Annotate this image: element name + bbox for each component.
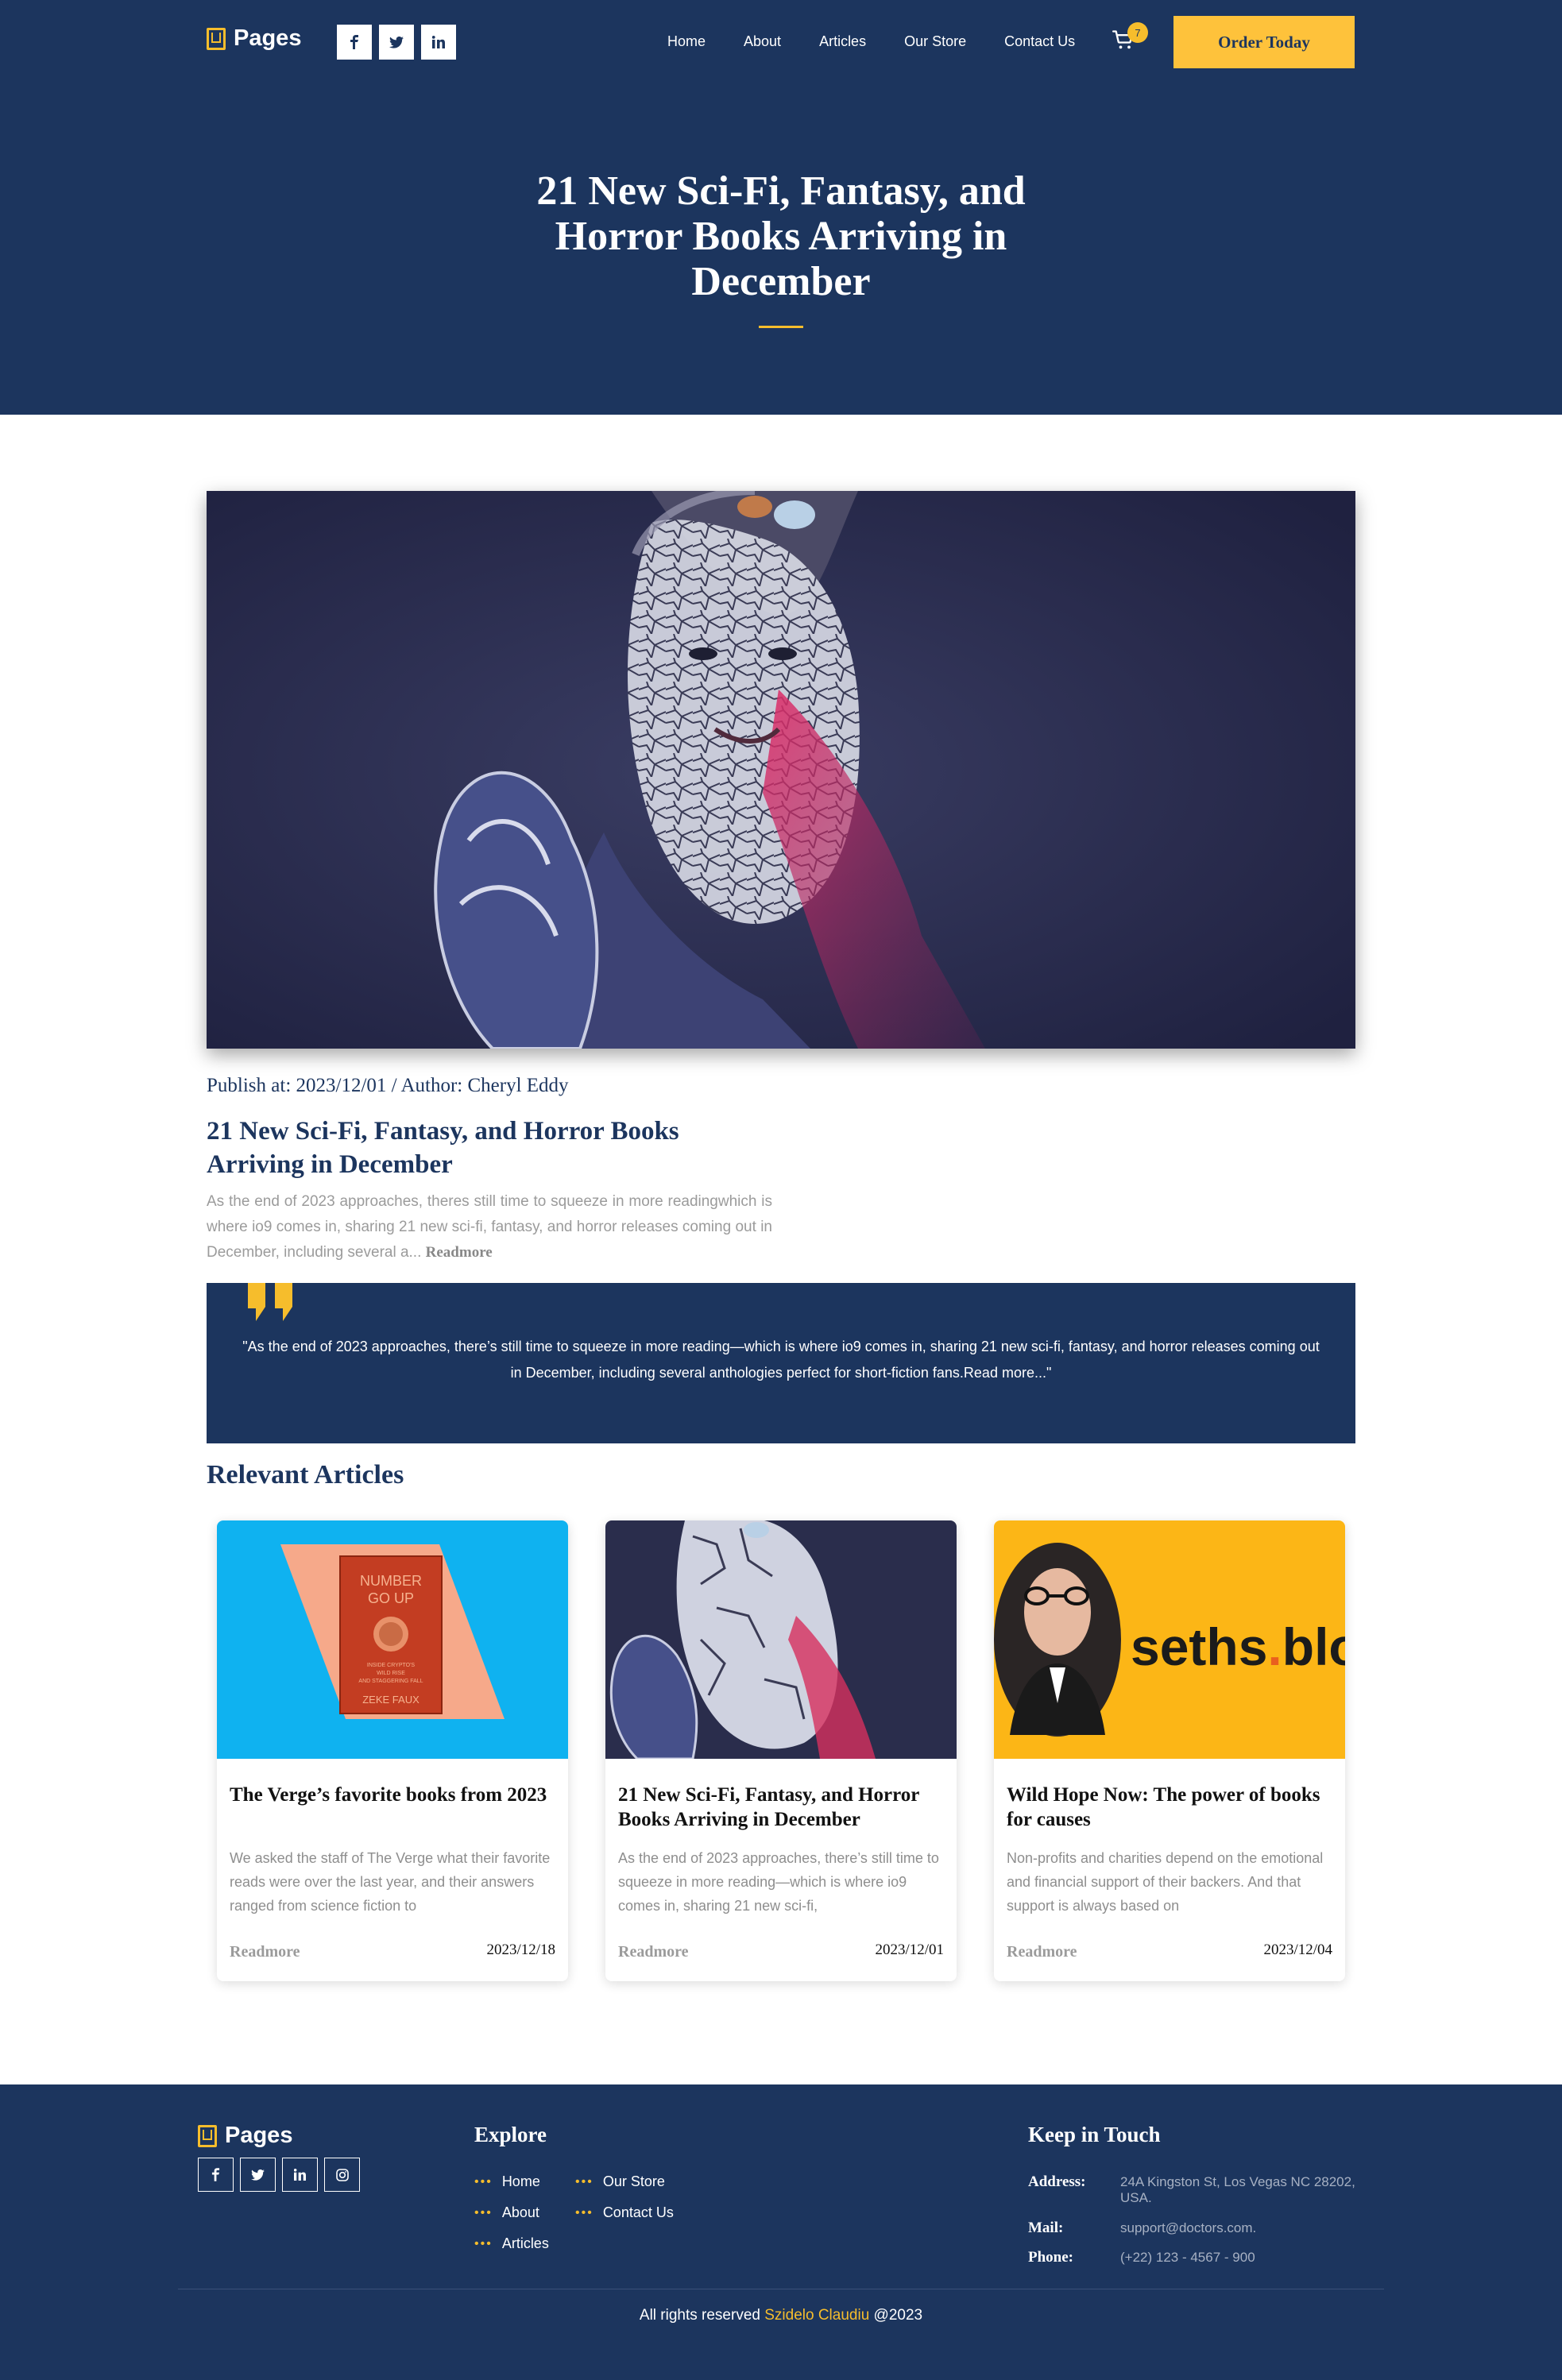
article-meta: Publish at: 2023/12/01 / Author: Cheryl … (207, 1075, 569, 1096)
logo[interactable]: Pages (207, 25, 301, 52)
book-sub-line1: INSIDE CRYPTO'S (367, 1663, 416, 1668)
logo-text: Pages (234, 25, 302, 51)
footer-link-label: Our Store (602, 2173, 665, 2189)
quote-text: "As the end of 2023 approaches, there’s … (242, 1339, 1320, 1381)
book-author: ZEKE FAUX (362, 1694, 419, 1706)
facebook-icon[interactable] (198, 2158, 234, 2192)
card-image: seths.blo (994, 1520, 1345, 1759)
footer-link-label: Contact Us (602, 2204, 674, 2220)
card-readmore-link[interactable]: Readmore (1007, 1943, 1077, 1961)
card-title[interactable]: 21 New Sci-Fi, Fantasy, and Horror Books… (618, 1783, 945, 1832)
featured-image (207, 491, 1355, 1049)
instagram-icon[interactable] (324, 2158, 360, 2192)
explore-heading: Explore (474, 2123, 547, 2146)
article-card[interactable]: NUMBER GO UP INSIDE CRYPTO'S WILD RISE A… (217, 1520, 568, 1981)
copyright-year: @2023 (873, 2307, 923, 2324)
dots-icon: ••• (474, 2174, 493, 2189)
address-line-2: USA. (1120, 2190, 1152, 2205)
brand-text-a: seths (1131, 1617, 1267, 1676)
address-line-1: 24A Kingston St, Los Vegas NC 28202, (1120, 2174, 1355, 2189)
card-readmore-link[interactable]: Readmore (618, 1943, 689, 1961)
cart-count-badge: 7 (1127, 22, 1148, 43)
facebook-icon[interactable] (337, 25, 372, 60)
footer-link-home[interactable]: ••• Home (474, 2173, 540, 2190)
readmore-link[interactable]: Readmore (426, 1244, 493, 1261)
nav-our-store[interactable]: Our Store (904, 33, 966, 50)
book-icon (198, 2124, 217, 2147)
copyright-prefix: All rights reserved (639, 2307, 760, 2324)
card-title[interactable]: Wild Hope Now: The power of books for ca… (1007, 1783, 1334, 1832)
phone-label: Phone: (1028, 2249, 1073, 2266)
card-excerpt: As the end of 2023 approaches, there’s s… (618, 1850, 939, 1914)
footer-link-about[interactable]: ••• About (474, 2204, 539, 2221)
article-card[interactable]: seths.blo Wild Hope Now: The power of bo… (994, 1520, 1345, 1981)
brand-text-b: blo (1282, 1617, 1345, 1676)
nav-contact-us[interactable]: Contact Us (1004, 33, 1075, 50)
card-excerpt: Non-profits and charities depend on the … (1007, 1850, 1324, 1914)
book-sub-line3: AND STAGGERING FALL (358, 1679, 423, 1684)
copyright: All rights reserved Szidelo Claudiu @202… (0, 2307, 1562, 2324)
relevant-articles-heading: Relevant Articles (207, 1460, 404, 1489)
twitter-icon[interactable] (240, 2158, 276, 2192)
svg-text:seths.blo: seths.blo (1131, 1617, 1345, 1676)
article-card[interactable]: 21 New Sci-Fi, Fantasy, and Horror Books… (605, 1520, 957, 1981)
keep-in-touch-heading: Keep in Touch (1028, 2123, 1161, 2146)
title-underline (759, 326, 803, 328)
phone-value[interactable]: (+22) 123 - 4567 - 900 (1120, 2250, 1255, 2266)
card-title[interactable]: The Verge’s favorite books from 2023 (230, 1783, 557, 1807)
brand-dot: . (1267, 1617, 1282, 1676)
nav-articles[interactable]: Articles (819, 33, 866, 50)
dots-icon: ••• (474, 2236, 493, 2251)
article-excerpt: As the end of 2023 approaches, theres st… (207, 1189, 772, 1265)
card-excerpt: We asked the staff of The Verge what the… (230, 1850, 551, 1914)
social-links (337, 25, 456, 60)
hero-banner: Pages Home About Articles Our Store Cont… (0, 0, 1562, 415)
book-sub-line2: WILD RISE (377, 1671, 405, 1676)
card-readmore-link[interactable]: Readmore (230, 1943, 300, 1961)
address-value: 24A Kingston St, Los Vegas NC 28202, USA. (1120, 2174, 1355, 2206)
article-title: 21 New Sci-Fi, Fantasy, and Horror Books… (207, 1117, 679, 1179)
footer-link-label: About (501, 2204, 539, 2220)
main-nav: Home About Articles Our Store Contact Us (667, 33, 1113, 50)
quote-icon (248, 1283, 292, 1321)
dots-icon: ••• (575, 2174, 593, 2189)
address-label: Address: (1028, 2173, 1086, 2190)
footer-social-links (198, 2158, 360, 2192)
dots-icon: ••• (474, 2205, 493, 2220)
mail-label: Mail: (1028, 2220, 1064, 2236)
dots-icon: ••• (575, 2205, 593, 2220)
footer-link-contact-us[interactable]: ••• Contact Us (575, 2204, 674, 2221)
footer-link-our-store[interactable]: ••• Our Store (575, 2173, 665, 2190)
card-image (605, 1520, 957, 1759)
footer: Pages Explore ••• Home ••• About ••• Articl… (0, 2084, 1562, 2380)
footer-link-label: Articles (501, 2235, 549, 2251)
nav-about[interactable]: About (744, 33, 781, 50)
book-title-line1: NUMBER (360, 1573, 422, 1589)
card-image: NUMBER GO UP INSIDE CRYPTO'S WILD RISE A… (217, 1520, 568, 1759)
card-date: 2023/12/01 (875, 1941, 944, 1958)
twitter-icon[interactable] (379, 25, 414, 60)
mail-value[interactable]: support@doctors.com. (1120, 2220, 1256, 2236)
nav-home[interactable]: Home (667, 33, 706, 50)
footer-logo[interactable]: Pages (198, 2123, 292, 2149)
footer-logo-text: Pages (225, 2123, 293, 2148)
card-date: 2023/12/18 (486, 1941, 555, 1958)
footer-link-label: Home (501, 2173, 540, 2189)
order-today-button[interactable]: Order Today (1173, 16, 1355, 68)
linkedin-icon[interactable] (282, 2158, 318, 2192)
card-date: 2023/12/04 (1263, 1941, 1332, 1958)
quote-block: "As the end of 2023 approaches, there’s … (207, 1283, 1355, 1443)
book-title-line2: GO UP (368, 1590, 414, 1606)
copyright-author-link[interactable]: Szidelo Claudiu (764, 2307, 869, 2324)
footer-link-articles[interactable]: ••• Articles (474, 2235, 549, 2252)
linkedin-icon[interactable] (421, 25, 456, 60)
page-title: 21 New Sci-Fi, Fantasy, and Horror Books… (536, 168, 1026, 304)
book-icon (207, 27, 226, 50)
